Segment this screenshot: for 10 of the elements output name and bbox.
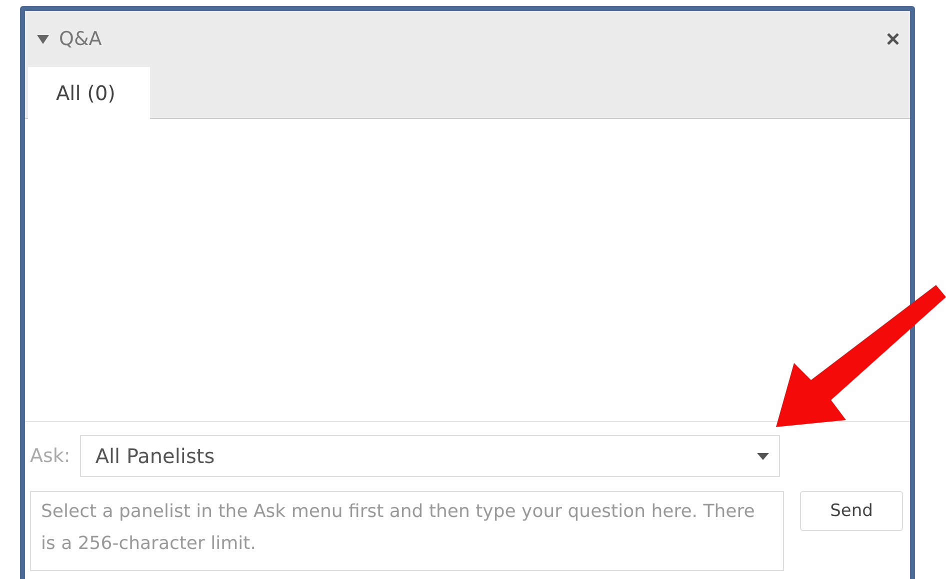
panel-title: Q&A [59,28,103,50]
arrow-icon [776,285,946,430]
ask-label: Ask: [30,445,70,467]
send-button[interactable]: Send [800,491,903,531]
close-icon[interactable] [886,32,900,46]
tab[interactable]: All (0) [28,67,150,119]
collapse-icon[interactable] [37,34,49,44]
ask-dropdown[interactable]: All Panelists [80,435,780,477]
caret-icon [757,452,769,460]
question-field[interactable]: Select a panelist in the Ask menu first and then type your question here. There is a 256-character limit. [30,491,784,571]
